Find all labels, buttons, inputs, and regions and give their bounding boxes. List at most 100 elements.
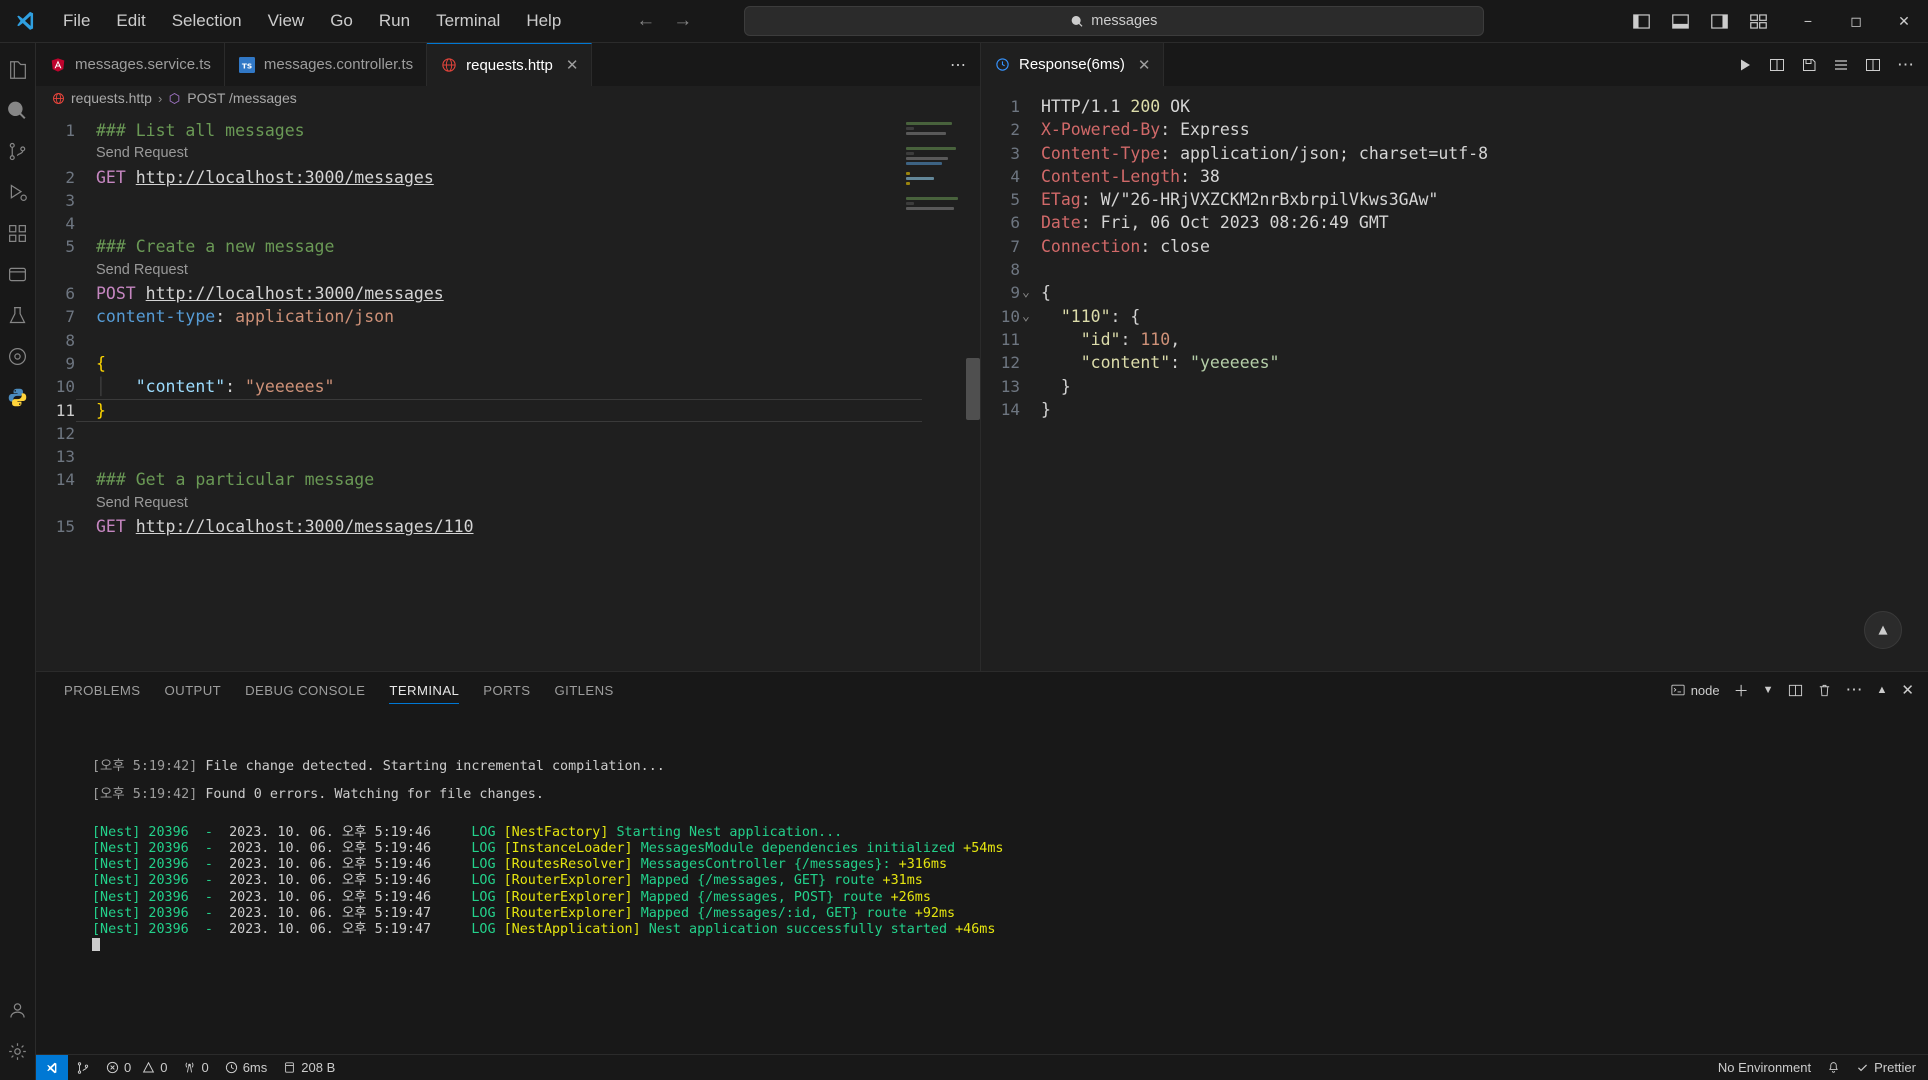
code-line[interactable]: 12 "content": "yeeeees" <box>981 351 1928 374</box>
menu-file[interactable]: File <box>50 7 103 35</box>
arrow-left-icon[interactable]: ← <box>636 10 655 32</box>
arrow-right-icon[interactable]: → <box>673 10 692 32</box>
tab-requests-http[interactable]: requests.http ✕ <box>427 43 593 86</box>
tab-response[interactable]: Response(6ms) ✕ <box>981 43 1165 86</box>
response-viewer[interactable]: 1 HTTP/1.1 200 OK 2 X-Powered-By: Express 3 C… <box>981 86 1928 671</box>
menu-terminal[interactable]: Terminal <box>423 7 513 35</box>
code-line[interactable]: 12 <box>36 422 980 445</box>
command-center[interactable]: messages <box>744 6 1485 36</box>
chevron-up-icon[interactable]: ▲ <box>1864 611 1902 649</box>
tab-messages-service-ts[interactable]: messages.service.ts <box>36 43 225 86</box>
gear-icon[interactable] <box>0 1031 36 1072</box>
remote-window-icon[interactable] <box>36 1054 68 1080</box>
menu-go[interactable]: Go <box>317 7 366 35</box>
sidebar-item-search[interactable] <box>0 90 36 131</box>
codelens-send-request[interactable]: Send Request <box>36 492 980 515</box>
code-line[interactable]: 6 POST http://localhost:3000/messages <box>36 282 980 305</box>
code-line[interactable]: 6 Date: Fri, 06 Oct 2023 08:26:49 GMT <box>981 211 1928 234</box>
close-icon[interactable]: ✕ <box>1901 681 1914 699</box>
tab-debug-console[interactable]: DEBUG CONSOLE <box>233 672 377 708</box>
status-errors[interactable]: 0 0 <box>98 1055 175 1080</box>
code-line[interactable]: 7 content-type: application/json <box>36 305 980 328</box>
split-terminal-icon[interactable] <box>1788 683 1803 698</box>
menu-run[interactable]: Run <box>366 7 423 35</box>
menu-help[interactable]: Help <box>513 7 574 35</box>
menu-view[interactable]: View <box>255 7 318 35</box>
code-line[interactable]: 7 Connection: close <box>981 235 1928 258</box>
sidebar-item-explorer[interactable] <box>0 49 36 90</box>
status-environment[interactable]: No Environment <box>1710 1055 1819 1080</box>
tab-gitlens[interactable]: GITLENS <box>542 672 625 708</box>
plus-icon[interactable]: ＋ <box>1734 680 1749 701</box>
bell-icon[interactable] <box>1819 1055 1848 1080</box>
code-line[interactable]: 1 HTTP/1.1 200 OK <box>981 95 1928 118</box>
toggle-primary-sidebar-icon[interactable] <box>1632 12 1651 31</box>
close-icon[interactable]: ✕ <box>1138 56 1151 74</box>
code-line[interactable]: 5 ### Create a new message <box>36 235 980 258</box>
codelens-send-request[interactable]: Send Request <box>36 259 980 282</box>
status-response-time[interactable]: 6ms <box>217 1055 276 1080</box>
code-line[interactable]: 2 X-Powered-By: Express <box>981 118 1928 141</box>
toggle-panel-icon[interactable] <box>1671 12 1690 31</box>
code-line[interactable]: 2 GET http://localhost:3000/messages <box>36 166 980 189</box>
save-response-icon[interactable] <box>1801 57 1817 73</box>
close-icon[interactable]: ✕ <box>1880 0 1928 43</box>
sidebar-item-run-and-debug[interactable] <box>0 172 36 213</box>
minimize-icon[interactable]: − <box>1784 0 1832 43</box>
status-prettier[interactable]: Prettier <box>1848 1055 1928 1080</box>
toggle-secondary-sidebar-icon[interactable] <box>1710 12 1729 31</box>
more-actions-icon[interactable]: ⋯ <box>1897 55 1914 75</box>
split-editor-icon[interactable] <box>1865 57 1881 73</box>
code-line[interactable]: 4 Content-Length: 38 <box>981 165 1928 188</box>
code-line[interactable]: 8 <box>36 329 980 352</box>
fold-chevron-icon[interactable]: ⌄ <box>1022 305 1030 328</box>
breadcrumb-item-file[interactable]: requests.http <box>52 90 152 106</box>
code-line[interactable]: 5 ETag: W/"26-HRjVXZCKM2nrBxbrpilVkws3GAw… <box>981 188 1928 211</box>
code-line[interactable]: 13 } <box>981 375 1928 398</box>
tab-terminal[interactable]: TERMINAL <box>377 672 471 708</box>
split-response-icon[interactable] <box>1769 57 1785 73</box>
sidebar-item-gitlens[interactable] <box>0 336 36 377</box>
code-line[interactable]: 3 Content-Type: application/json; charset… <box>981 142 1928 165</box>
code-line[interactable]: 4 <box>36 212 980 235</box>
menu-selection[interactable]: Selection <box>159 7 255 35</box>
code-line[interactable]: 1 ### List all messages <box>36 119 980 142</box>
menu-edit[interactable]: Edit <box>103 7 158 35</box>
fold-icon[interactable] <box>1833 57 1849 73</box>
code-line[interactable]: 9{ <box>36 352 980 375</box>
sidebar-item-rest-client[interactable] <box>0 254 36 295</box>
code-line[interactable]: 3 <box>36 189 980 212</box>
code-line[interactable]: 14} <box>981 398 1928 421</box>
code-line[interactable]: 8 <box>981 258 1928 281</box>
code-line[interactable]: 9 ⌄{ <box>981 281 1928 304</box>
run-icon[interactable] <box>1737 57 1753 73</box>
terminal-selector[interactable]: node <box>1671 683 1720 698</box>
terminal-output[interactable]: [오후 5:19:42] File change detected. Start… <box>36 708 1928 1054</box>
code-line[interactable]: 13 <box>36 445 980 468</box>
tab-messages-controller-ts[interactable]: TS messages.controller.ts <box>224 43 428 86</box>
trash-icon[interactable] <box>1817 683 1832 698</box>
code-line[interactable]: 11} <box>36 398 980 423</box>
fold-chevron-icon[interactable]: ⌄ <box>1022 281 1030 304</box>
minimap[interactable] <box>906 110 966 671</box>
more-actions-icon[interactable]: ⋯ <box>1846 680 1863 700</box>
code-line[interactable]: 15 GET http://localhost:3000/messages/110 <box>36 515 980 538</box>
sidebar-item-extensions[interactable] <box>0 213 36 254</box>
chevron-up-icon[interactable]: ▲ <box>1877 684 1888 696</box>
code-line[interactable]: 11 "id": 110, <box>981 328 1928 351</box>
customize-layout-icon[interactable] <box>1749 12 1768 31</box>
breadcrumb-item-symbol[interactable]: POST /messages <box>168 90 297 106</box>
more-actions-icon[interactable]: ⋯ <box>936 43 980 86</box>
code-line[interactable]: 10 │ "content": "yeeeees" <box>36 375 980 398</box>
code-line[interactable]: 14 ### Get a particular message <box>36 468 980 491</box>
close-icon[interactable]: ✕ <box>566 56 579 74</box>
branch-indicator[interactable] <box>68 1055 98 1080</box>
status-radio-tower[interactable]: 0 <box>175 1055 216 1080</box>
tab-output[interactable]: OUTPUT <box>153 672 234 708</box>
chevron-down-icon[interactable]: ▼ <box>1763 684 1774 696</box>
tab-ports[interactable]: PORTS <box>471 672 542 708</box>
code-editor-requests-http[interactable]: 1 ### List all messages Send Request 2 GET h… <box>36 110 980 671</box>
editor-scrollbar[interactable] <box>966 358 980 420</box>
sidebar-item-testing[interactable] <box>0 295 36 336</box>
sidebar-item-source-control[interactable] <box>0 131 36 172</box>
